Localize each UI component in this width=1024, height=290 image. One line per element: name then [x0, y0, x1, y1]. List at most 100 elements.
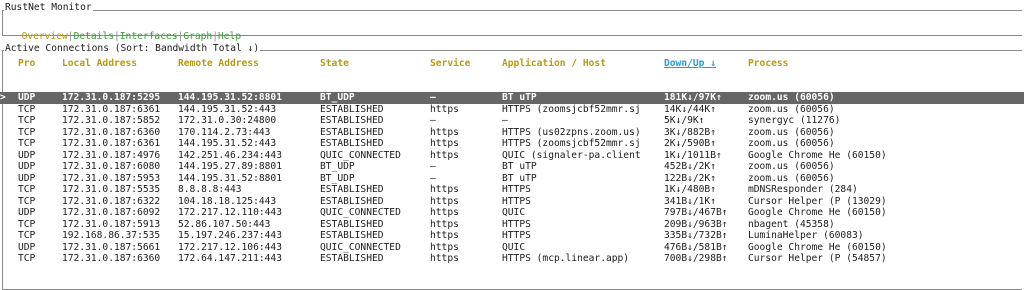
- process-cell: Google Chrome He (60150): [748, 149, 887, 161]
- state-cell: ESTABLISHED: [320, 126, 384, 138]
- column-header-remote-address[interactable]: Remote Address: [178, 58, 320, 75]
- service-cell: https: [430, 253, 459, 264]
- bandwidth-cell: 797B↓/467B↑: [664, 207, 728, 218]
- remote-address-cell: 172.31.0.30:24800: [178, 115, 277, 126]
- remote-address-cell: 144.195.27.89:8801: [178, 161, 282, 172]
- tab-help[interactable]: Help: [218, 31, 241, 42]
- protocol-cell: TCP: [18, 184, 36, 195]
- local-address-cell: 172.31.0.187:6360: [62, 253, 161, 264]
- bandwidth-cell: 14K↓/44K↑: [664, 103, 716, 115]
- column-header-local-address[interactable]: Local Address: [62, 58, 178, 75]
- protocol-cell: UDP: [18, 161, 36, 172]
- bandwidth-cell: 341B↓/1K↑: [664, 195, 716, 207]
- service-cell: —: [430, 161, 436, 172]
- application-cell: BT uTP: [502, 161, 537, 172]
- connections-title: Active Connections (Sort: Bandwidth Tota…: [4, 43, 261, 54]
- table-row[interactable]: TCP 172.31.0.187:6360 172.64.147.211:443 ES…: [0, 253, 1024, 265]
- column-header-down-up[interactable]: Down/Up ↓: [664, 58, 748, 75]
- service-cell: https: [430, 138, 459, 149]
- protocol-cell: UDP: [18, 241, 36, 253]
- table-row[interactable]: UDP 172.31.0.187:4976 142.251.46.234:443 QU…: [0, 150, 1024, 162]
- selection-marker: [0, 196, 18, 208]
- tab-details[interactable]: Details: [74, 31, 114, 42]
- table-row[interactable]: TCP 172.31.0.187:5913 52.86.107.50:443 ESTA…: [0, 219, 1024, 231]
- protocol-cell: TCP: [18, 115, 36, 126]
- state-cell: QUIC_CONNECTED: [320, 207, 401, 218]
- service-cell: https: [430, 241, 459, 253]
- service-cell: https: [430, 184, 459, 195]
- local-address-cell: 192.168.86.37:535: [62, 230, 161, 241]
- service-cell: https: [430, 103, 459, 115]
- state-cell: ESTABLISHED: [320, 103, 384, 115]
- application-cell: HTTPS: [502, 195, 531, 207]
- process-cell: zoom.us (60056): [748, 92, 1024, 104]
- table-row[interactable]: TCP 172.31.0.187:6360 170.114.2.73:443 ESTA…: [0, 127, 1024, 139]
- service-cell: https: [430, 195, 459, 207]
- table-row[interactable]: UDP 172.31.0.187:5953 144.195.31.52:8801 BT…: [0, 173, 1024, 185]
- remote-address-cell: 172.217.12.106:443: [178, 241, 282, 253]
- remote-address-cell: 144.195.31.52:443: [178, 103, 277, 115]
- state-cell: BT_UDP: [320, 92, 430, 104]
- process-cell: Cursor Helper (P (13029): [748, 195, 887, 207]
- bandwidth-cell: 181K↓/97K↑: [664, 92, 748, 104]
- table-row[interactable]: TCP 172.31.0.187:6361 144.195.31.52:443 EST…: [0, 104, 1024, 116]
- table-row[interactable]: TCP 172.31.0.187:6322 104.18.18.125:443 EST…: [0, 196, 1024, 208]
- state-cell: ESTABLISHED: [320, 230, 384, 241]
- selection-marker: [0, 184, 18, 196]
- remote-address-cell: 144.195.31.52:443: [178, 138, 277, 149]
- tab-overview[interactable]: Overview: [22, 31, 68, 42]
- tab-graph[interactable]: Graph: [183, 31, 212, 42]
- table-row[interactable]: UDP 172.31.0.187:5661 172.217.12.106:443 QU…: [0, 242, 1024, 254]
- table-row[interactable]: UDP 172.31.0.187:6080 144.195.27.89:8801 BT…: [0, 161, 1024, 173]
- service-cell: https: [430, 207, 459, 218]
- local-address-cell: 172.31.0.187:5913: [62, 218, 161, 230]
- bandwidth-cell: 5K↓/9K↑: [664, 115, 705, 126]
- bandwidth-cell: 335B↓/732B↑: [664, 230, 728, 241]
- remote-address-cell: 104.18.18.125:443: [178, 195, 277, 207]
- bandwidth-cell: 476B↓/581B↑: [664, 241, 728, 253]
- process-cell: LuminaHelper (60083): [748, 230, 864, 241]
- protocol-cell: TCP: [18, 253, 36, 264]
- local-address-cell: 172.31.0.187:5295: [62, 92, 178, 104]
- process-cell: synergyc (11276): [748, 115, 841, 126]
- state-cell: QUIC_CONNECTED: [320, 149, 401, 161]
- column-header-state[interactable]: State: [320, 58, 430, 75]
- bandwidth-cell: 209B↓/963B↑: [664, 218, 728, 230]
- column-header-application[interactable]: Application / Host: [502, 58, 664, 75]
- service-cell: https: [430, 149, 459, 161]
- selection-marker: [0, 138, 18, 150]
- process-cell: zoom.us (60056): [748, 103, 835, 115]
- table-row[interactable]: TCP 172.31.0.187:5852 172.31.0.30:24800 EST…: [0, 115, 1024, 127]
- protocol-cell: TCP: [18, 195, 36, 207]
- table-row[interactable]: > UDP 172.31.0.187:5295 144.195.31.52:8801 B…: [0, 92, 1024, 104]
- state-cell: BT_UDP: [320, 172, 355, 184]
- service-cell: https: [430, 126, 459, 138]
- protocol-cell: UDP: [18, 207, 36, 218]
- table-row[interactable]: UDP 172.31.0.187:6092 172.217.12.110:443 QU…: [0, 207, 1024, 219]
- application-cell: HTTPS: [502, 218, 531, 230]
- application-cell: BT uTP: [502, 172, 537, 184]
- table-row[interactable]: TCP 192.168.86.37:535 15.197.246.237:443 ES…: [0, 230, 1024, 242]
- app-title: RustNet Monitor: [4, 2, 93, 13]
- selection-marker: [0, 150, 18, 162]
- application-cell: —: [502, 115, 508, 126]
- column-header-protocol[interactable]: Pro: [18, 58, 62, 75]
- local-address-cell: 172.31.0.187:6322: [62, 195, 161, 207]
- bandwidth-cell: 1K↓/1011B↑: [664, 149, 722, 161]
- tab-interfaces[interactable]: Interfaces: [120, 31, 178, 42]
- application-cell: HTTPS (zoomsjcbf52mmr.sj: [502, 103, 641, 115]
- remote-address-cell: 170.114.2.73:443: [178, 126, 271, 138]
- column-header-service[interactable]: Service: [430, 58, 502, 75]
- protocol-cell: TCP: [18, 126, 36, 138]
- local-address-cell: 172.31.0.187:5953: [62, 172, 161, 184]
- protocol-cell: UDP: [18, 172, 36, 184]
- state-cell: ESTABLISHED: [320, 138, 384, 149]
- service-cell: https: [430, 218, 459, 230]
- local-address-cell: 172.31.0.187:5852: [62, 115, 161, 126]
- process-cell: mDNSResponder (284): [748, 184, 858, 195]
- table-row[interactable]: TCP 172.31.0.187:5535 8.8.8.8:443 ESTABLISH…: [0, 184, 1024, 196]
- column-header-process[interactable]: Process: [748, 58, 1024, 75]
- table-row[interactable]: TCP 172.31.0.187:6361 144.195.31.52:443 EST…: [0, 138, 1024, 150]
- selection-marker: [0, 161, 18, 173]
- process-cell: nbagent (45358): [748, 218, 835, 230]
